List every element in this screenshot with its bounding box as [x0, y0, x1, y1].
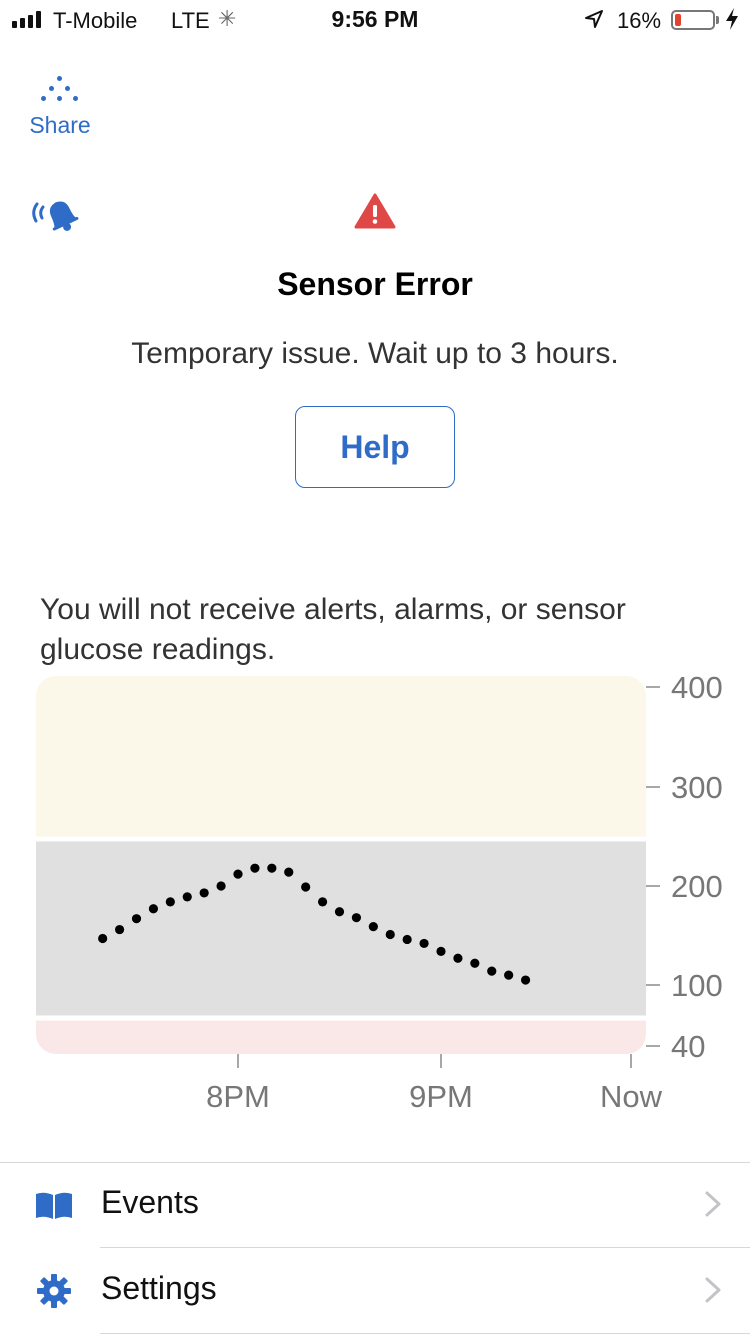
- location-arrow-icon: [584, 9, 604, 35]
- ringing-bell-icon: [32, 201, 79, 231]
- glucose-point: [453, 953, 463, 963]
- y-tick-label: 40: [671, 1029, 705, 1064]
- glucose-point: [98, 933, 108, 944]
- glucose-point: [317, 897, 328, 907]
- gear-icon: [37, 1274, 71, 1308]
- error-title: Sensor Error: [277, 266, 473, 302]
- chart-svg: 400 300 200 100 40 8PM 9PM Now: [36, 670, 723, 1114]
- alert-settings-button[interactable]: [28, 196, 88, 238]
- y-tick-label: 200: [671, 869, 723, 904]
- no-alerts-notice: You will not receive alerts, alarms, or …: [40, 593, 626, 666]
- glucose-point: [250, 863, 260, 873]
- share-dots-icon: [20, 74, 100, 106]
- glucose-point: [114, 924, 125, 935]
- glucose-point: [131, 914, 142, 924]
- share-button[interactable]: Share: [20, 74, 100, 139]
- glucose-point: [301, 882, 311, 892]
- glucose-point: [402, 934, 412, 945]
- band-target: [36, 841, 646, 1016]
- glucose-point: [284, 867, 294, 877]
- glucose-point: [470, 958, 480, 968]
- glucose-point: [199, 888, 209, 898]
- menu-item-settings[interactable]: Settings: [0, 1248, 750, 1334]
- band-low: [36, 1020, 646, 1054]
- help-button[interactable]: Help: [295, 406, 455, 488]
- glucose-point: [334, 907, 345, 917]
- glucose-point: [419, 938, 429, 949]
- y-tick-label: 400: [671, 670, 723, 705]
- book-icon: [36, 1192, 72, 1219]
- menu-item-label: Events: [101, 1184, 199, 1220]
- menu-item-label: Settings: [101, 1270, 217, 1306]
- glucose-point: [165, 897, 175, 907]
- band-high: [36, 676, 646, 837]
- y-tick-label: 100: [671, 968, 723, 1003]
- glucose-point: [267, 863, 277, 873]
- glucose-point: [351, 913, 362, 923]
- menu-item-events[interactable]: Events: [0, 1162, 750, 1248]
- glucose-point: [148, 904, 159, 914]
- battery-level: [675, 14, 681, 26]
- x-tick-label: 9PM: [409, 1079, 473, 1114]
- battery-percent: 16%: [617, 8, 662, 33]
- glucose-point: [487, 966, 497, 976]
- glucose-point: [182, 892, 192, 902]
- x-tick-label: 8PM: [206, 1079, 270, 1114]
- y-tick-label: 300: [671, 770, 723, 805]
- share-label: Share: [29, 112, 91, 138]
- chart-bands: [36, 676, 646, 1054]
- battery-cap: [716, 16, 719, 24]
- chevron-right-icon: [705, 1277, 721, 1303]
- glucose-point: [436, 946, 446, 956]
- glucose-point: [385, 929, 395, 940]
- glucose-point: [504, 970, 514, 980]
- warning-triangle-icon: [354, 193, 396, 229]
- x-tick-label: Now: [600, 1079, 663, 1114]
- chevron-right-icon: [705, 1191, 721, 1217]
- glucose-point: [233, 869, 243, 879]
- charging-icon: [725, 7, 739, 37]
- glucose-point: [368, 921, 378, 932]
- status-bar: T-Mobile LTE ✳ 9:56 PM 16%: [0, 0, 750, 40]
- glucose-trend-chart: 400 300 200 100 40 8PM 9PM Now: [0, 670, 750, 1120]
- glucose-point: [216, 881, 226, 891]
- glucose-point: [520, 975, 531, 985]
- battery-icon: [671, 10, 715, 30]
- error-message: Temporary issue. Wait up to 3 hours.: [131, 337, 619, 370]
